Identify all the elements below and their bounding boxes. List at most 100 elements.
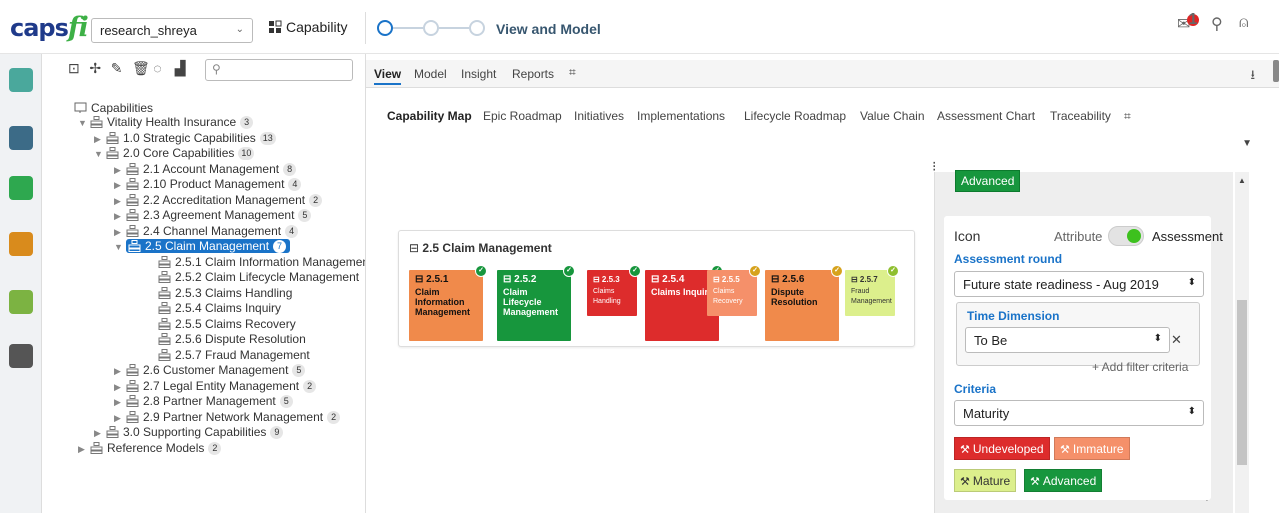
tree-node[interactable]: ▶ 2.8 Partner Management 5 xyxy=(114,393,293,409)
comment-icon[interactable]: ◌ xyxy=(153,60,169,76)
technology-nav-icon[interactable] xyxy=(9,290,33,314)
tab-implementations[interactable]: Implementations xyxy=(637,109,725,123)
step-1-icon[interactable] xyxy=(377,20,393,36)
capability-box[interactable]: ⊟ 2.5.5 Claims Recovery ✓ xyxy=(707,265,761,316)
tree-node-label-wrap: 2.5.7 Fraud Management xyxy=(158,348,310,362)
capability-icon: ⊟ xyxy=(409,241,423,255)
capability-box[interactable]: ⊟ 2.5.3 Claims Handling ✓ xyxy=(587,265,641,316)
user-menu-icon[interactable]: ⍝ xyxy=(1239,14,1249,32)
expand-icon[interactable]: ⌗ xyxy=(1124,109,1131,124)
tab-value-chain[interactable]: Value Chain xyxy=(860,109,925,123)
process-nav-icon[interactable] xyxy=(9,232,33,256)
tree-node[interactable]: ▶ 2.7 Legal Entity Management 2 xyxy=(114,378,317,394)
copy-icon[interactable]: ▟ xyxy=(175,60,191,77)
tree-node[interactable]: ▶ 2.9 Partner Network Management 2 xyxy=(114,409,341,425)
capability-nav-icon[interactable] xyxy=(9,68,33,92)
tab-epic-roadmap[interactable]: Epic Roadmap xyxy=(483,109,562,123)
collapse-icon[interactable]: ▼ xyxy=(94,146,106,162)
collapse-icon[interactable]: ▼ xyxy=(78,115,90,131)
tree-node-label-wrap: 2.1 Account Management 8 xyxy=(126,161,297,176)
top-bar: capsfi research_shreya ⌄ Capability View… xyxy=(0,0,1279,54)
criteria-select[interactable]: Maturity ⬍ xyxy=(954,400,1204,426)
tree-node-label: 2.0 Core Capabilities xyxy=(123,146,235,160)
gavel-icon: ⚒ xyxy=(960,476,970,488)
tab-model[interactable]: Model xyxy=(414,67,447,81)
tree-node[interactable]: ▶ 3.0 Supporting Capabilities 9 xyxy=(94,424,284,440)
report-nav-icon[interactable] xyxy=(9,344,33,368)
tree-node-label: 2.9 Partner Network Management xyxy=(143,409,324,424)
tab-capability-map[interactable]: Capability Map xyxy=(387,109,472,123)
add-filter-link[interactable]: + Add filter criteria xyxy=(1092,360,1188,374)
scroll-up-icon[interactable]: ▲ xyxy=(1238,176,1246,185)
criteria-label: Criteria xyxy=(954,382,997,396)
tab-insight[interactable]: Insight xyxy=(461,67,496,81)
tree-node[interactable]: ▼ Vitality Health Insurance 3 xyxy=(78,114,254,131)
tree-node[interactable]: ▶ 2.2 Accreditation Management 2 xyxy=(114,192,323,208)
tree-node[interactable]: ▶ 2.10 Product Management 4 xyxy=(114,176,302,192)
tree-node[interactable]: 2.5.3 Claims Handling xyxy=(146,285,292,301)
tree-node[interactable]: 2.5.1 Claim Information Management xyxy=(146,254,366,270)
tree-node[interactable]: 2.5.4 Claims Inquiry xyxy=(146,300,281,316)
tree-node[interactable]: 2.5.5 Claims Recovery xyxy=(146,316,296,332)
capability-name: Claims Inquiry xyxy=(651,287,714,297)
tab-initiatives[interactable]: Initiatives xyxy=(574,109,624,123)
add-sibling-icon[interactable]: ✢ xyxy=(89,60,105,77)
remove-filter-icon[interactable]: ✕ xyxy=(1171,332,1182,348)
capability-box[interactable]: ⊟ 2.5.7 Fraud Management ✓ xyxy=(845,265,899,316)
tab-reports[interactable]: Reports xyxy=(512,67,554,81)
tree-node-label: 2.5.1 Claim Information Management xyxy=(175,254,366,269)
tab-traceability[interactable]: Traceability xyxy=(1050,109,1111,123)
tab-assessment-chart[interactable]: Assessment Chart xyxy=(937,109,1035,123)
application-nav-icon[interactable] xyxy=(9,176,33,200)
tree-node-label-wrap: 1.0 Strategic Capabilities 13 xyxy=(106,131,276,145)
delete-icon[interactable]: 🗑 xyxy=(132,60,150,77)
tree-node[interactable]: ▶ 2.3 Agreement Management 5 xyxy=(114,207,312,223)
tree-node[interactable]: ▶ Reference Models 2 xyxy=(78,440,222,457)
tree-node[interactable]: 2.5.6 Dispute Resolution xyxy=(146,331,306,347)
chevron-down-icon[interactable]: ▼ xyxy=(1242,138,1252,149)
scrollbar-thumb[interactable] xyxy=(1237,300,1247,465)
step-3-icon[interactable] xyxy=(469,20,485,36)
download-icon[interactable]: ⭳ xyxy=(1250,66,1255,88)
edit-icon[interactable]: ✎ xyxy=(111,60,127,77)
capability-icon xyxy=(90,441,103,454)
organization-nav-icon[interactable] xyxy=(9,126,33,150)
tree-search-input[interactable]: ⚲ xyxy=(205,59,353,81)
tree-node[interactable]: ▶ 2.6 Customer Management 5 xyxy=(114,362,306,378)
capability-box[interactable]: ⊟ 2.5.1 Claim Information Management ✓ xyxy=(409,265,487,341)
expand-icon[interactable]: ⌗ xyxy=(569,65,576,80)
expand-icon[interactable]: ▶ xyxy=(78,441,90,457)
module-title[interactable]: Capability xyxy=(268,19,347,35)
add-child-icon[interactable]: ⊡ xyxy=(68,60,84,77)
capability-box[interactable]: ⊟ 2.5.2 Claim Lifecycle Management ✓ xyxy=(497,265,575,341)
tree-node-label-wrap: 2.8 Partner Management 5 xyxy=(126,394,293,408)
tree-node[interactable]: 2.5.2 Claim Lifecycle Management xyxy=(146,269,359,285)
scrollbar[interactable]: ▲ xyxy=(1235,172,1249,513)
tree-node[interactable]: ▶ 2.1 Account Management 8 xyxy=(114,161,297,177)
assessment-round-select[interactable]: Future state readiness - Aug 2019 ⬍ xyxy=(954,271,1204,297)
collapse-icon[interactable]: ▼ xyxy=(114,239,126,255)
tab-view[interactable]: View xyxy=(374,67,402,85)
advanced-chip[interactable]: Advanced xyxy=(955,170,1021,192)
tree-node[interactable]: 2.5.7 Fraud Management xyxy=(146,347,310,363)
app-logo[interactable]: capsfi xyxy=(10,12,89,43)
child-count-badge: 2 xyxy=(208,441,222,455)
capability-name: Claim Lifecycle Management xyxy=(503,287,559,317)
location-add-icon[interactable]: ⚲ xyxy=(1211,14,1223,34)
tree-node[interactable]: ▼ 2.5 Claim Management 7 xyxy=(114,238,291,255)
attribute-assessment-toggle[interactable] xyxy=(1108,226,1144,246)
panel-grip[interactable] xyxy=(1273,60,1279,82)
step-2-icon[interactable] xyxy=(423,20,439,36)
capability-icon xyxy=(126,224,139,237)
tab-lifecycle-roadmap[interactable]: Lifecycle Roadmap xyxy=(744,109,846,123)
tree-node-label: 2.1 Account Management xyxy=(143,161,280,176)
workspace-select[interactable]: research_shreya ⌄ xyxy=(91,18,253,43)
tree-node[interactable]: ▶ 1.0 Strategic Capabilities 13 xyxy=(94,130,276,146)
time-dimension-select[interactable]: To Be ⬍ xyxy=(965,327,1170,353)
capability-box[interactable]: ⊟ 2.5.6 Dispute Resolution ✓ xyxy=(765,265,843,341)
tree-node-label-wrap: 2.5.2 Claim Lifecycle Management xyxy=(158,270,359,284)
assessment-status-icon: ✓ xyxy=(749,265,761,277)
capability-code: ⊟ 2.5.3 xyxy=(593,275,620,284)
tree-node[interactable]: ▼ 2.0 Core Capabilities 10 xyxy=(94,145,255,162)
tree-node[interactable]: ▶ 2.4 Channel Management 4 xyxy=(114,223,299,239)
